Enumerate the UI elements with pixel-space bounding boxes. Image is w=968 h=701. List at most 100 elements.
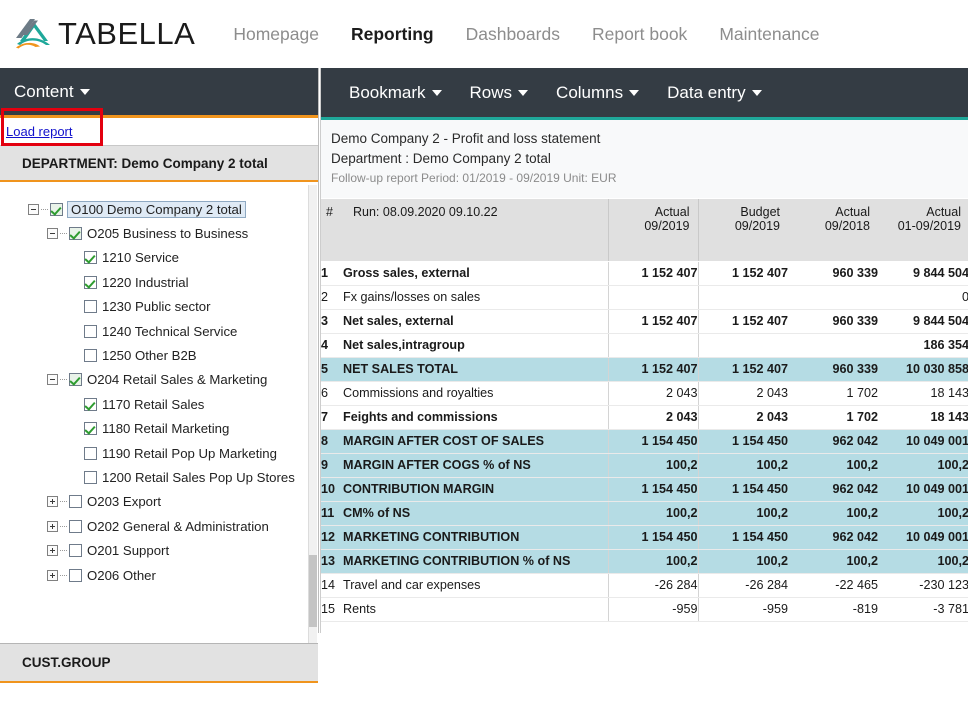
tree-node[interactable]: O202 General & Administration bbox=[0, 514, 318, 538]
row-value: 1 152 407 bbox=[607, 309, 698, 334]
checkbox-icon[interactable] bbox=[84, 397, 97, 411]
checkbox-icon[interactable] bbox=[84, 422, 97, 436]
nav-item-dashboards[interactable]: Dashboards bbox=[450, 20, 576, 49]
row-value: 100,2 bbox=[788, 549, 878, 574]
table-row[interactable]: 12 MARKETING CONTRIBUTION 1 154 450 1 154 4… bbox=[321, 525, 968, 550]
checkbox-icon[interactable] bbox=[84, 300, 97, 314]
row-value: 2 043 bbox=[607, 405, 698, 430]
collapse-icon[interactable] bbox=[47, 374, 58, 386]
column-header-actual-01-09-2019[interactable]: Actual 01-09/2019 bbox=[878, 199, 968, 262]
checkbox-icon[interactable] bbox=[69, 495, 82, 509]
row-value: 100,2 bbox=[697, 501, 788, 526]
table-row[interactable]: 4 Net sales,intragroup 186 354 bbox=[321, 333, 968, 358]
checkbox-icon[interactable] bbox=[50, 202, 63, 216]
collapse-icon[interactable] bbox=[47, 228, 58, 240]
sidebar-scrollbar-thumb[interactable] bbox=[309, 555, 317, 627]
collapse-icon[interactable] bbox=[28, 203, 39, 215]
checkbox-icon[interactable] bbox=[84, 251, 97, 265]
tree-node[interactable]: O206 Other bbox=[0, 563, 318, 587]
row-value: 2 043 bbox=[697, 405, 788, 430]
column-header-actual-09-2019[interactable]: Actual 09/2019 bbox=[607, 199, 698, 262]
sidebar-scrollbar-track[interactable] bbox=[308, 185, 317, 643]
department-header: DEPARTMENT: Demo Company 2 total bbox=[0, 146, 318, 182]
checkbox-icon[interactable] bbox=[69, 519, 82, 533]
row-number: 6 bbox=[321, 381, 343, 406]
table-row[interactable]: 7 Feights and commissions 2 043 2 043 1 702 1… bbox=[321, 405, 968, 430]
column-header-line2: 09/2019 bbox=[734, 219, 780, 233]
table-row[interactable]: 11 CM% of NS 100,2 100,2 100,2 100,2 bbox=[321, 501, 968, 526]
table-row[interactable]: 10 CONTRIBUTION MARGIN 1 154 450 1 154 450 9… bbox=[321, 477, 968, 502]
checkbox-icon[interactable] bbox=[84, 446, 97, 460]
column-header-run[interactable]: Run: 08.09.2020 09.10.22 bbox=[343, 199, 608, 262]
tree-node[interactable]: O205 Business to Business bbox=[0, 221, 318, 245]
table-row[interactable]: 9 MARGIN AFTER COGS % of NS 100,2 100,2 100,… bbox=[321, 453, 968, 478]
toolbar-item-columns[interactable]: Columns bbox=[542, 83, 653, 103]
row-value: 1 152 407 bbox=[697, 261, 788, 286]
table-row[interactable]: 15 Rents -959 -959 -819 -3 781 bbox=[321, 597, 968, 622]
tree-node[interactable]: O203 Export bbox=[0, 490, 318, 514]
nav-item-maintenance[interactable]: Maintenance bbox=[703, 20, 835, 49]
report-meta: Demo Company 2 - Profit and loss stateme… bbox=[321, 120, 968, 199]
table-row[interactable]: 8 MARGIN AFTER COST OF SALES 1 154 450 1 15… bbox=[321, 429, 968, 454]
expand-icon[interactable] bbox=[47, 520, 58, 532]
table-row[interactable]: 1 Gross sales, external 1 152 407 1 152 407… bbox=[321, 261, 968, 286]
table-row[interactable]: 13 MARKETING CONTRIBUTION % of NS 100,2 100… bbox=[321, 549, 968, 574]
expand-icon[interactable] bbox=[47, 569, 58, 581]
tree-node-label: O204 Retail Sales & Marketing bbox=[87, 372, 268, 388]
column-header-line2: 09/2019 bbox=[644, 219, 690, 233]
checkbox-icon[interactable] bbox=[84, 275, 97, 289]
tree-node[interactable]: O201 Support bbox=[0, 538, 318, 562]
checkbox-icon[interactable] bbox=[84, 349, 97, 363]
row-description: Feights and commissions bbox=[343, 405, 608, 430]
column-header-actual-09-2018[interactable]: Actual 09/2018 bbox=[788, 199, 878, 262]
tree-node[interactable]: 1210 Service bbox=[0, 246, 318, 270]
top-bar: TABELLA Homepage Reporting Dashboards Re… bbox=[0, 0, 968, 68]
expand-icon[interactable] bbox=[47, 496, 58, 508]
nav-item-report-book[interactable]: Report book bbox=[576, 20, 703, 49]
column-header-number[interactable]: # bbox=[321, 199, 343, 262]
checkbox-icon[interactable] bbox=[84, 324, 97, 338]
tree-node-label: 1170 Retail Sales bbox=[102, 396, 205, 412]
row-number: 15 bbox=[321, 597, 343, 622]
checkbox-icon[interactable] bbox=[69, 544, 82, 558]
table-row[interactable]: 2 Fx gains/losses on sales 0 bbox=[321, 285, 968, 310]
checkbox-icon[interactable] bbox=[69, 568, 82, 582]
brand-logo[interactable]: TABELLA bbox=[14, 8, 195, 60]
tree-node[interactable]: O204 Retail Sales & Marketing bbox=[0, 368, 318, 392]
checkbox-icon[interactable] bbox=[69, 373, 82, 387]
toolbar-item-data-entry[interactable]: Data entry bbox=[653, 83, 775, 103]
column-header-line1: Budget bbox=[740, 205, 780, 219]
tree-node[interactable]: 1180 Retail Marketing bbox=[0, 417, 318, 441]
toolbar-columns-label: Columns bbox=[556, 82, 624, 102]
tree-node[interactable]: 1240 Technical Service bbox=[0, 319, 318, 343]
tree-node[interactable]: 1190 Retail Pop Up Marketing bbox=[0, 441, 318, 465]
tree-node-label: O206 Other bbox=[87, 567, 156, 583]
cust-group-header[interactable]: CUST.GROUP bbox=[0, 643, 318, 683]
tree-node[interactable]: 1220 Industrial bbox=[0, 270, 318, 294]
tree-node-label: O201 Support bbox=[87, 543, 170, 559]
table-row[interactable]: 3 Net sales, external 1 152 407 1 152 407 96… bbox=[321, 309, 968, 334]
tree-node[interactable]: O100 Demo Company 2 total bbox=[0, 197, 318, 221]
tree-node[interactable]: 1250 Other B2B bbox=[0, 343, 318, 367]
nav-item-homepage[interactable]: Homepage bbox=[217, 20, 335, 49]
tree-node[interactable]: 1230 Public sector bbox=[0, 295, 318, 319]
report-period: Follow-up report Period: 01/2019 - 09/20… bbox=[331, 171, 617, 185]
column-header-budget-09-2019[interactable]: Budget 09/2019 bbox=[697, 199, 788, 262]
toolbar-item-rows[interactable]: Rows bbox=[456, 83, 543, 103]
row-value: 1 154 450 bbox=[697, 525, 788, 550]
report-title: Demo Company 2 - Profit and loss stateme… bbox=[331, 131, 601, 146]
load-report-link[interactable]: Load report bbox=[6, 124, 73, 139]
tree-node[interactable]: 1170 Retail Sales bbox=[0, 392, 318, 416]
checkbox-icon[interactable] bbox=[69, 227, 82, 241]
content-menu-button[interactable]: Content bbox=[14, 82, 90, 102]
tree-node[interactable]: 1200 Retail Sales Pop Up Stores bbox=[0, 465, 318, 489]
toolbar-data-entry-label: Data entry bbox=[667, 82, 746, 102]
checkbox-icon[interactable] bbox=[84, 470, 97, 484]
expand-icon[interactable] bbox=[47, 545, 58, 557]
toolbar-item-bookmark[interactable]: Bookmark bbox=[335, 83, 456, 103]
tree-connector bbox=[41, 208, 48, 210]
table-row[interactable]: 14 Travel and car expenses -26 284 -26 284-… bbox=[321, 573, 968, 598]
table-row[interactable]: 5 NET SALES TOTAL 1 152 407 1 152 407 960 33… bbox=[321, 357, 968, 382]
nav-item-reporting[interactable]: Reporting bbox=[335, 20, 450, 49]
table-row[interactable]: 6 Commissions and royalties 2 043 2 043 1 70… bbox=[321, 381, 968, 406]
